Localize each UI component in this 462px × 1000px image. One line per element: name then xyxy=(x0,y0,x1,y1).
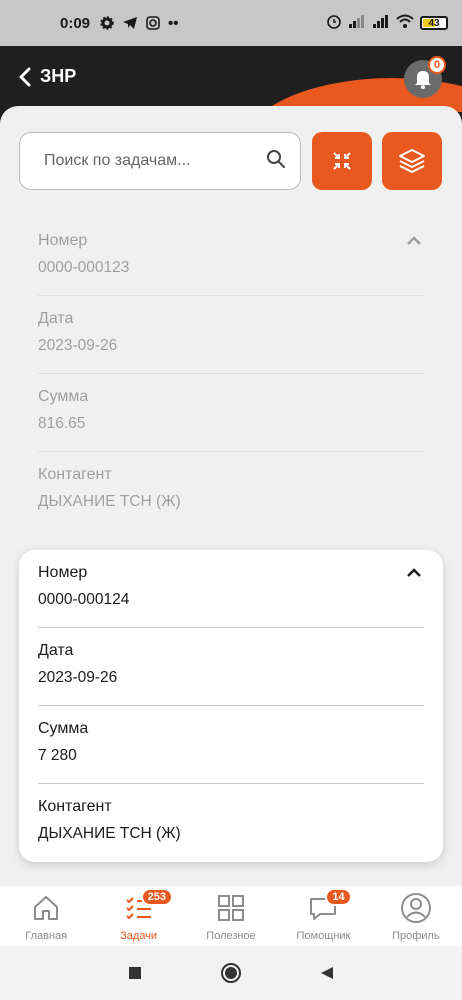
task-card[interactable]: Номер 0000-000124 Дата 2023-09-26 Сумма … xyxy=(19,550,443,862)
assistant-badge: 14 xyxy=(325,888,352,906)
chevron-left-icon xyxy=(19,67,31,87)
card-field-sum: Сумма 816.65 xyxy=(38,374,424,452)
field-value: 0000-000124 xyxy=(38,591,130,608)
card-field-date: Дата 2023-09-26 xyxy=(38,296,424,374)
battery-level: 43 xyxy=(428,17,440,29)
field-label: Сумма xyxy=(38,388,89,405)
page-title: ЗНР xyxy=(40,66,77,86)
telegram-icon xyxy=(122,16,138,30)
status-time: 0:09 xyxy=(60,14,91,32)
square-icon xyxy=(129,967,141,979)
signal-4g-icon xyxy=(372,14,390,32)
search-icon[interactable] xyxy=(266,149,286,174)
field-label: Дата xyxy=(38,310,74,327)
field-label: Номер xyxy=(38,564,88,581)
collapse-all-button[interactable] xyxy=(312,132,372,190)
field-value: ДЫХАНИЕ ТСН (Ж) xyxy=(38,493,181,510)
notifications-button[interactable]: 0 xyxy=(404,56,446,98)
back-system-button[interactable] xyxy=(315,961,339,985)
app-header: ЗНР 0 xyxy=(0,46,462,112)
nav-label: Помощник xyxy=(296,930,351,942)
recents-button[interactable] xyxy=(123,961,147,985)
nav-label: Полезное xyxy=(206,930,256,942)
card-field-counterparty: Контагент ДЫХАНИЕ ТСН (Ж) xyxy=(38,784,424,862)
grid-icon xyxy=(215,892,247,924)
layers-button[interactable] xyxy=(382,132,442,190)
card-field-number: Номер 0000-000123 xyxy=(38,218,424,296)
layers-icon xyxy=(399,149,425,173)
nav-label: Задачи xyxy=(120,930,158,942)
nav-item-assistant[interactable]: 14 Помощник xyxy=(277,886,369,946)
card-field-number: Номер 0000-000124 xyxy=(38,550,424,628)
field-label: Контагент xyxy=(38,466,112,483)
system-nav-bar xyxy=(0,946,462,1000)
status-bar: 0:09 •• 43 xyxy=(0,0,462,46)
bottom-nav: Главная 253 Задачи Полезное 14 Помощник … xyxy=(0,886,462,946)
chevron-up-icon[interactable] xyxy=(406,234,422,246)
field-value: 7 280 xyxy=(38,747,77,764)
signal-icon xyxy=(348,14,366,32)
field-value: 816.65 xyxy=(38,415,86,432)
nav-item-useful[interactable]: Полезное xyxy=(185,886,277,946)
circle-icon xyxy=(221,963,241,983)
field-value: 2023-09-26 xyxy=(38,337,118,354)
field-label: Контагент xyxy=(38,798,112,815)
nav-label: Профиль xyxy=(392,930,440,942)
field-value: ДЫХАНИЕ ТСН (Ж) xyxy=(38,825,181,842)
card-field-date: Дата 2023-09-26 xyxy=(38,628,424,706)
battery-icon: 43 xyxy=(420,16,448,30)
more-dots-icon: •• xyxy=(168,14,179,32)
content-area: Номер 0000-000123 Дата 2023-09-26 Сумма … xyxy=(0,106,462,886)
task-card[interactable]: Номер 0000-000123 Дата 2023-09-26 Сумма … xyxy=(19,218,443,530)
nav-item-home[interactable]: Главная xyxy=(0,886,92,946)
card-field-counterparty: Контагент ДЫХАНИЕ ТСН (Ж) xyxy=(38,452,424,530)
profile-icon xyxy=(400,892,432,924)
nav-item-tasks[interactable]: 253 Задачи xyxy=(92,886,184,946)
chevron-up-icon[interactable] xyxy=(406,566,422,578)
field-value: 0000-000123 xyxy=(38,259,130,276)
home-icon xyxy=(30,892,62,924)
card-field-sum: Сумма 7 280 xyxy=(38,706,424,784)
nav-label: Главная xyxy=(25,930,68,942)
field-label: Номер xyxy=(38,232,88,249)
field-label: Дата xyxy=(38,642,74,659)
notification-badge: 0 xyxy=(428,56,446,74)
alarm-icon xyxy=(326,13,342,33)
tasks-icon: 253 xyxy=(123,888,173,924)
collapse-arrows-icon xyxy=(333,152,351,170)
field-label: Сумма xyxy=(38,720,89,737)
instagram-icon xyxy=(146,16,160,30)
triangle-back-icon xyxy=(321,967,333,979)
tasks-badge: 253 xyxy=(140,888,173,906)
chat-icon: 14 xyxy=(307,888,352,924)
wifi-icon xyxy=(396,14,414,32)
home-system-button[interactable] xyxy=(219,961,243,985)
search-box[interactable] xyxy=(19,132,301,190)
nav-item-profile[interactable]: Профиль xyxy=(370,886,462,946)
field-value: 2023-09-26 xyxy=(38,669,118,686)
status-right-group: 43 xyxy=(326,13,448,33)
back-button[interactable] xyxy=(14,64,36,90)
settings-gear-icon xyxy=(100,16,114,30)
search-input[interactable] xyxy=(44,152,266,170)
